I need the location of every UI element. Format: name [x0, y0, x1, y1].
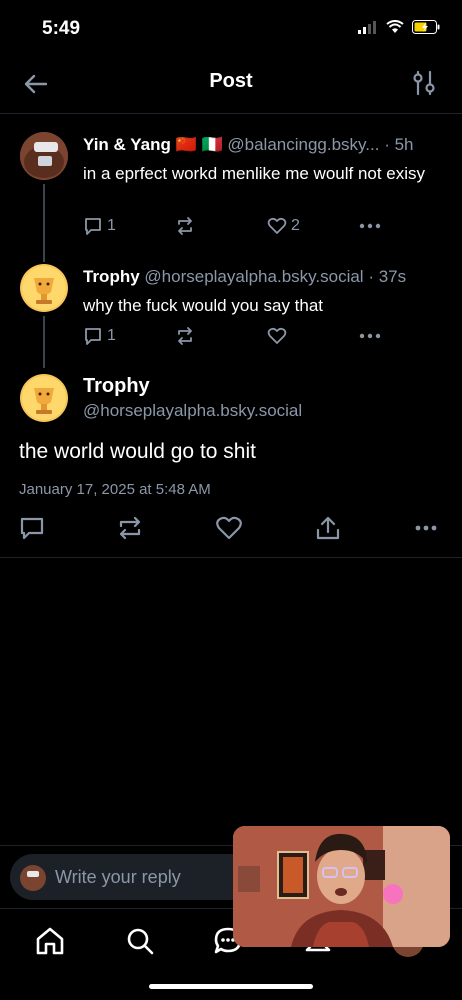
main-author-name[interactable]: Trophy [83, 375, 150, 398]
battery-charging-icon [412, 20, 440, 34]
main-post-date: January 17, 2025 at 5:48 AM [19, 481, 211, 498]
reply-button[interactable]: 1 [83, 216, 175, 236]
author-handle[interactable]: @balancingg.bsky... [227, 135, 379, 154]
post-actions: 1 2 [83, 216, 381, 236]
like-count: 2 [291, 217, 300, 234]
author-flags: 🇨🇳 🇮🇹 [175, 135, 223, 154]
heart-icon [267, 327, 287, 344]
divider [0, 557, 462, 558]
ellipsis-icon[interactable] [412, 514, 440, 542]
heart-icon[interactable] [215, 514, 243, 542]
main-author-handle[interactable]: @horseplayalpha.bsky.social [83, 401, 302, 421]
like-button[interactable]: 2 [267, 216, 359, 236]
author-name[interactable]: Yin & Yang [83, 135, 171, 154]
post-actions: 1 [83, 326, 381, 346]
more-options-button[interactable] [359, 333, 381, 339]
author-handle[interactable]: @horseplayalpha.bsky.social [144, 267, 363, 286]
signal-icon [358, 21, 376, 34]
reply-button[interactable]: 1 [83, 326, 175, 346]
post-time: · 5h [384, 135, 414, 154]
post-meta: Yin & Yang 🇨🇳 🇮🇹 @balancingg.bsky... · 5… [83, 135, 414, 155]
post-header: Post [0, 58, 462, 114]
avatar[interactable] [20, 132, 68, 180]
status-bar: 5:49 [0, 0, 462, 58]
ellipsis-icon [359, 333, 381, 339]
home-indicator [149, 984, 313, 989]
main-post-actions [0, 510, 462, 546]
like-button[interactable] [267, 326, 359, 346]
repost-button[interactable] [175, 326, 267, 346]
filter-sliders-icon[interactable] [412, 70, 436, 96]
more-options-button[interactable] [359, 223, 381, 229]
status-time: 5:49 [42, 18, 81, 39]
repost-button[interactable] [175, 216, 267, 236]
main-post-text: the world would go to shit [19, 440, 256, 463]
home-icon[interactable] [34, 925, 66, 957]
video-overlay[interactable] [233, 826, 450, 947]
avatar[interactable] [20, 374, 68, 422]
post-time: · 37s [368, 267, 407, 286]
repost-icon [178, 327, 192, 345]
status-icons [358, 20, 440, 34]
reply-icon[interactable] [18, 514, 46, 542]
thread-post[interactable]: Yin & Yang 🇨🇳 🇮🇹 @balancingg.bsky... · 5… [0, 130, 462, 250]
post-text: why the fuck would you say that [83, 296, 324, 315]
repost-icon[interactable] [116, 514, 144, 542]
heart-icon [267, 217, 287, 234]
repost-icon [178, 217, 192, 235]
wifi-icon [386, 20, 404, 33]
post-meta: Trophy @horseplayalpha.bsky.social · 37s [83, 267, 406, 287]
share-icon[interactable] [314, 514, 342, 542]
reply-icon [85, 328, 101, 345]
page-title: Post [209, 70, 253, 92]
ellipsis-icon [359, 223, 381, 229]
reply-placeholder: Write your reply [55, 867, 181, 887]
search-icon[interactable] [124, 925, 156, 957]
author-name[interactable]: Trophy [83, 267, 140, 286]
avatar [20, 865, 46, 891]
thread-post[interactable]: Trophy @horseplayalpha.bsky.social · 37s… [0, 262, 462, 362]
avatar[interactable] [20, 264, 68, 312]
reply-icon [85, 218, 101, 235]
reply-count: 1 [107, 217, 116, 234]
reply-count: 1 [107, 327, 116, 344]
post-text: in a eprfect workd menlike me woulf not … [83, 164, 426, 183]
